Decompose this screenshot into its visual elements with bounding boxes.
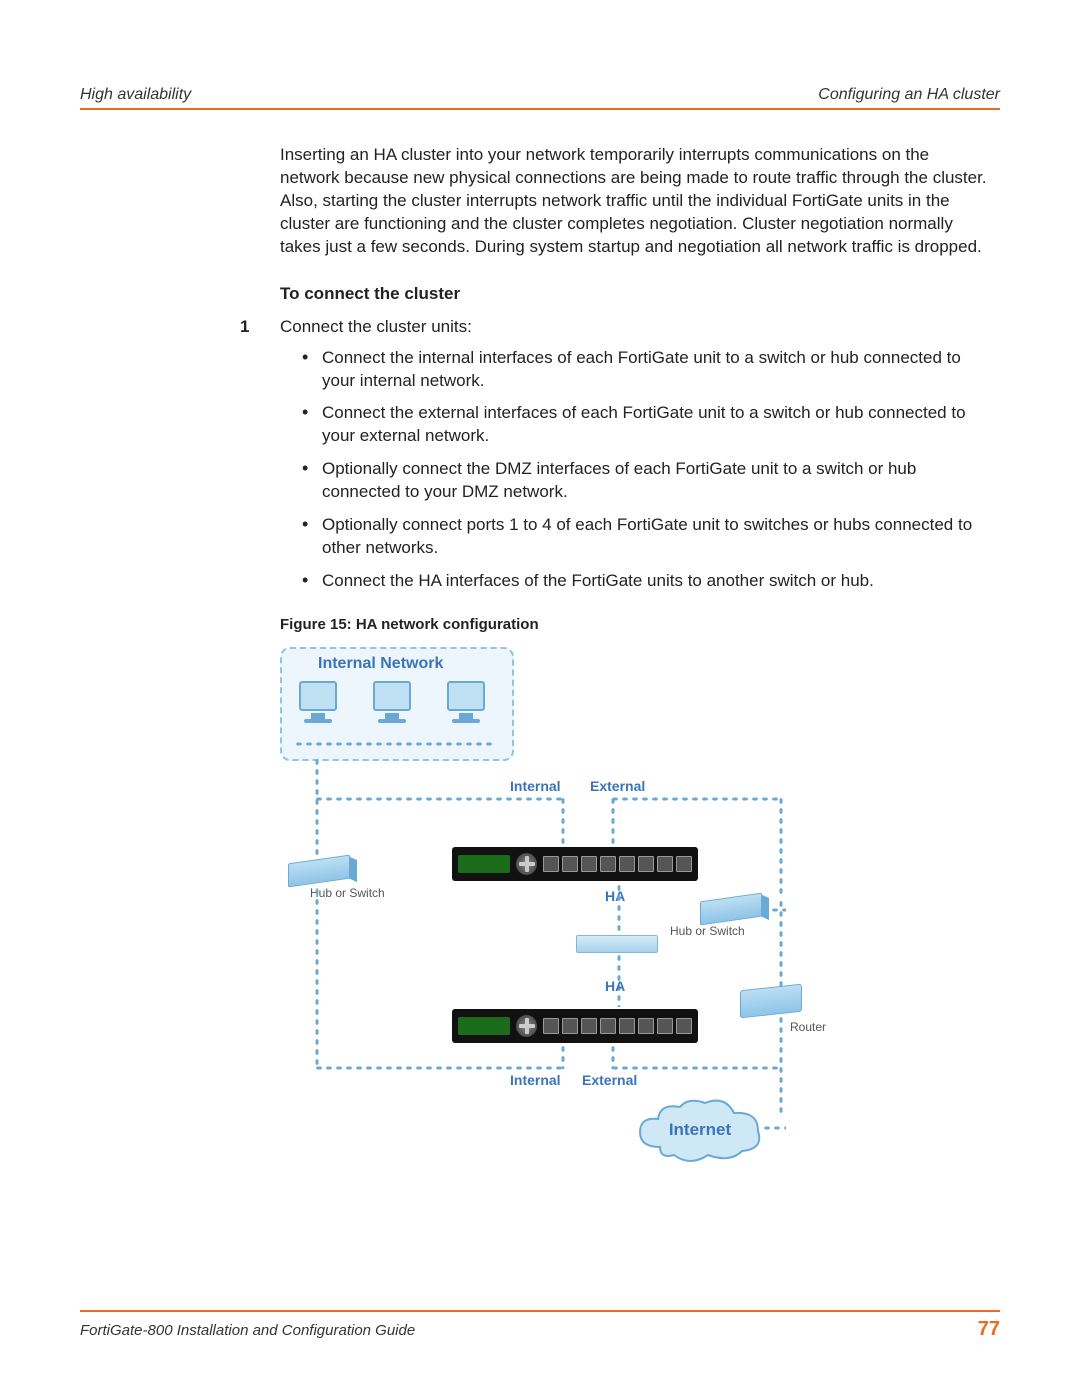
connection-line bbox=[610, 796, 616, 846]
step-text: Connect the cluster units: bbox=[280, 316, 990, 339]
connection-line bbox=[778, 796, 784, 896]
internet-label: Internet bbox=[630, 1119, 770, 1142]
fortigate-device-icon bbox=[452, 1009, 698, 1043]
page-footer: FortiGate-800 Installation and Configura… bbox=[80, 1310, 1000, 1341]
internet-cloud-icon: Internet bbox=[630, 1097, 770, 1167]
connection-line bbox=[610, 796, 780, 802]
router-icon bbox=[740, 984, 802, 1019]
step-number: 1 bbox=[240, 316, 249, 339]
computer-icon bbox=[298, 681, 338, 721]
router-label: Router bbox=[790, 1019, 826, 1035]
internal-label: Internal bbox=[510, 777, 561, 796]
ha-label: HA bbox=[605, 977, 625, 996]
computer-icon bbox=[446, 681, 486, 721]
page-number: 77 bbox=[978, 1318, 1000, 1341]
fortigate-device-icon bbox=[452, 847, 698, 881]
internal-network-label: Internal Network bbox=[318, 653, 443, 675]
connection-line bbox=[762, 1125, 786, 1131]
external-label: External bbox=[582, 1071, 637, 1090]
connection-line bbox=[314, 796, 564, 802]
connection-line bbox=[778, 899, 784, 989]
hub-switch-label: Hub or Switch bbox=[670, 925, 745, 938]
header-left: High availability bbox=[80, 86, 191, 104]
connection-line bbox=[610, 1044, 616, 1069]
list-item: Optionally connect ports 1 to 4 of each … bbox=[302, 514, 990, 560]
external-label: External bbox=[590, 777, 645, 796]
subheading: To connect the cluster bbox=[280, 283, 990, 306]
list-item: Connect the external interfaces of each … bbox=[302, 402, 990, 448]
connection-line bbox=[610, 1065, 780, 1071]
hub-switch-label: Hub or Switch bbox=[310, 887, 385, 900]
main-content: Inserting an HA cluster into your networ… bbox=[280, 144, 990, 1177]
numbered-step: 1 Connect the cluster units: Connect the… bbox=[280, 316, 990, 593]
intro-paragraph: Inserting an HA cluster into your networ… bbox=[280, 144, 990, 259]
connection-line bbox=[314, 887, 320, 1069]
ha-network-diagram: Internal Network Hub or Switch Internal … bbox=[280, 647, 840, 1177]
internal-label: Internal bbox=[510, 1071, 561, 1090]
header-right: Configuring an HA cluster bbox=[818, 86, 1000, 104]
page-header: High availability Configuring an HA clus… bbox=[80, 86, 1000, 110]
connection-line bbox=[294, 741, 494, 747]
connection-line bbox=[616, 883, 622, 933]
connection-line bbox=[560, 796, 566, 846]
connection-line bbox=[560, 1044, 566, 1069]
list-item: Optionally connect the DMZ interfaces of… bbox=[302, 458, 990, 504]
switch-icon bbox=[288, 855, 350, 888]
list-item: Connect the HA interfaces of the FortiGa… bbox=[302, 570, 990, 593]
ha-switch-icon bbox=[576, 935, 658, 953]
list-item: Connect the internal interfaces of each … bbox=[302, 347, 990, 393]
switch-icon bbox=[700, 893, 762, 926]
connection-line bbox=[314, 757, 320, 857]
footer-title: FortiGate-800 Installation and Configura… bbox=[80, 1322, 415, 1339]
computer-icon bbox=[372, 681, 412, 721]
bullet-list: Connect the internal interfaces of each … bbox=[302, 347, 990, 593]
figure-caption: Figure 15: HA network configuration bbox=[280, 615, 990, 635]
